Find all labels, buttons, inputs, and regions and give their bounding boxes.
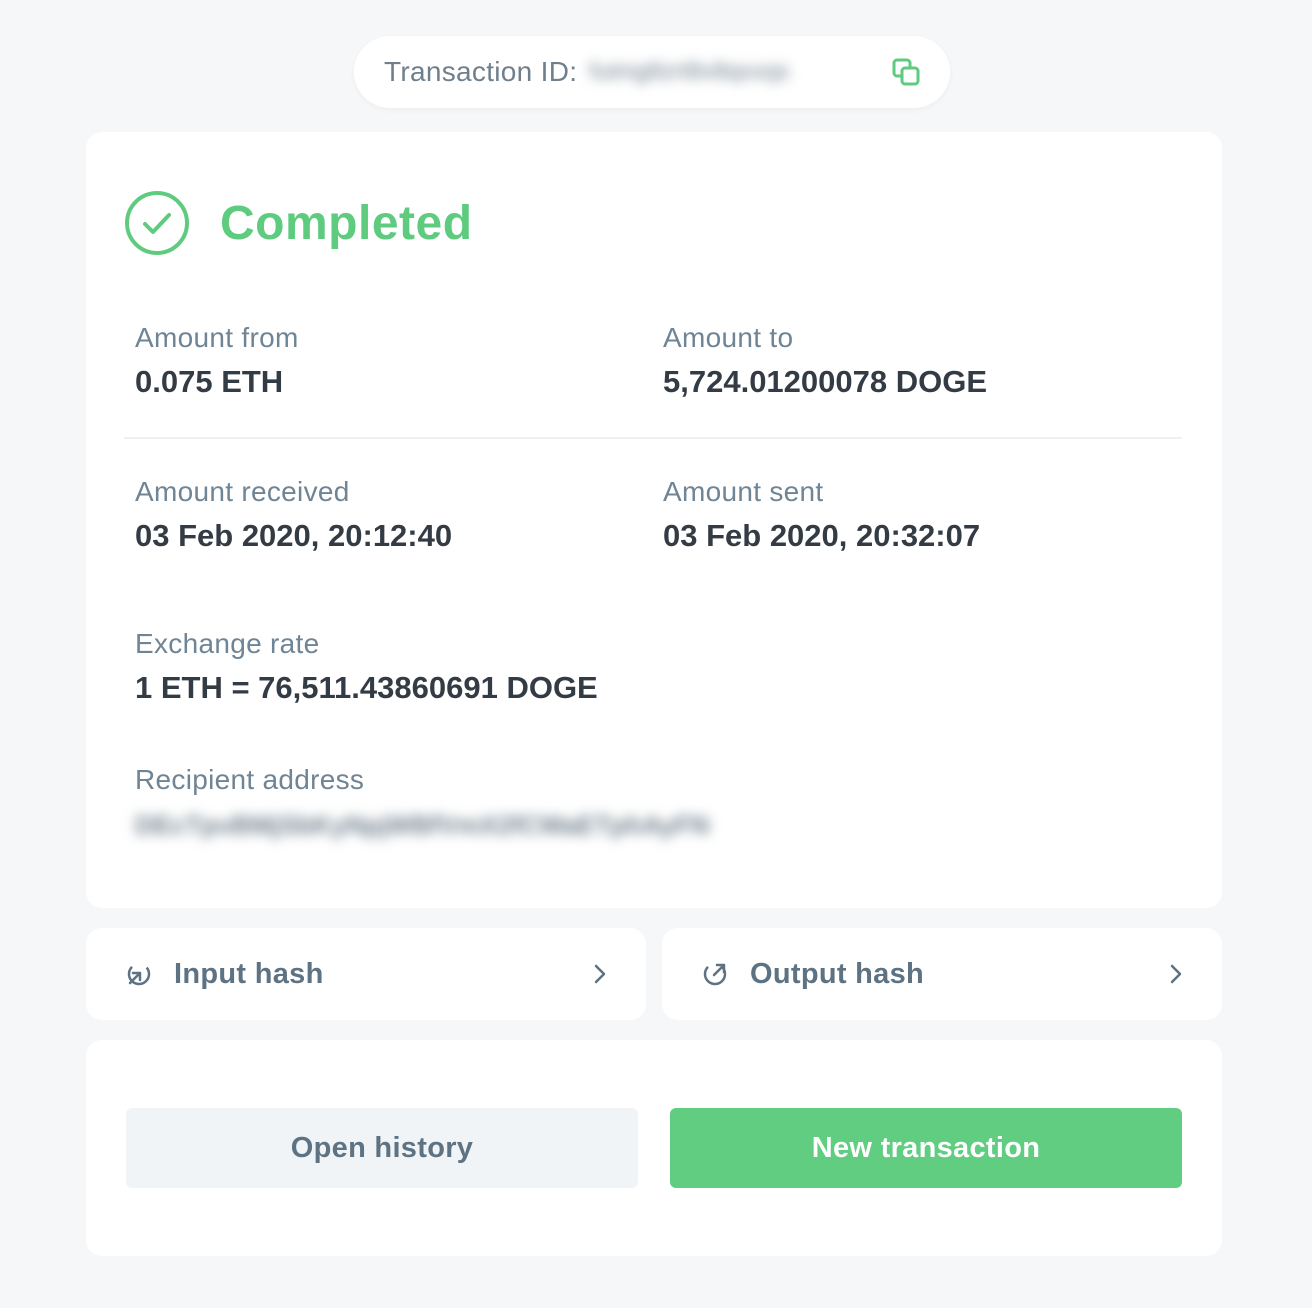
chevron-right-icon bbox=[1170, 964, 1182, 984]
transaction-status-page: Transaction ID: fuimg8zrt8v8qxxqs Comple… bbox=[0, 0, 1312, 1308]
new-transaction-button[interactable]: New transaction bbox=[670, 1108, 1182, 1188]
amount-sent-field: Amount sent 03 Feb 2020, 20:32:07 bbox=[663, 476, 980, 554]
open-history-button[interactable]: Open history bbox=[126, 1108, 638, 1188]
recipient-address-label: Recipient address bbox=[135, 764, 365, 795]
amount-sent-label: Amount sent bbox=[663, 476, 824, 507]
output-hash-label: Output hash bbox=[750, 957, 925, 990]
output-hash-button[interactable]: Output hash bbox=[662, 928, 1222, 1020]
amount-sent-value: 03 Feb 2020, 20:32:07 bbox=[663, 518, 981, 553]
amount-to-label: Amount to bbox=[663, 322, 794, 353]
status-text: Completed bbox=[220, 196, 473, 250]
input-hash-label: Input hash bbox=[174, 957, 324, 990]
check-circle-icon bbox=[125, 191, 189, 255]
output-arrow-icon bbox=[703, 962, 727, 986]
transaction-id-pill: Transaction ID: fuimg8zrt8v8qxxqs bbox=[354, 36, 950, 108]
amount-from-label: Amount from bbox=[135, 322, 299, 353]
input-arrow-icon bbox=[127, 962, 151, 986]
amount-to-field: Amount to 5,724.01200078 DOGE bbox=[663, 322, 987, 400]
amount-from-value: 0.075 ETH bbox=[135, 364, 284, 399]
status-header: Completed bbox=[124, 190, 473, 256]
copy-icon[interactable] bbox=[892, 58, 920, 86]
exchange-rate-value: 1 ETH = 76,511.43860691 DOGE bbox=[135, 670, 598, 705]
exchange-rate-label: Exchange rate bbox=[135, 628, 320, 659]
chevron-right-icon bbox=[594, 964, 606, 984]
amount-received-field: Amount received 03 Feb 2020, 20:12:40 bbox=[135, 476, 452, 554]
exchange-rate-field: Exchange rate 1 ETH = 76,511.43860691 DO… bbox=[135, 628, 598, 706]
recipient-address-value: DEcTpvBMjSbKyNpjWBfVmX2fCWaETphAyFN bbox=[135, 810, 710, 840]
amount-to-value: 5,724.01200078 DOGE bbox=[663, 364, 988, 399]
transaction-details-card: Completed Amount from 0.075 ETH Amount t… bbox=[86, 132, 1222, 908]
amount-received-label: Amount received bbox=[135, 476, 350, 507]
input-hash-button[interactable]: Input hash bbox=[86, 928, 646, 1020]
transaction-id-value: fuimg8zrt8v8qxxqs bbox=[589, 58, 790, 85]
recipient-address-field: Recipient address DEcTpvBMjSbKyNpjWBfVmX… bbox=[135, 764, 885, 841]
transaction-id-label: Transaction ID: bbox=[384, 56, 578, 87]
actions-card: Open history New transaction bbox=[86, 1040, 1222, 1256]
amount-received-value: 03 Feb 2020, 20:12:40 bbox=[135, 518, 453, 553]
amount-from-field: Amount from 0.075 ETH bbox=[135, 322, 299, 400]
divider bbox=[124, 437, 1182, 439]
